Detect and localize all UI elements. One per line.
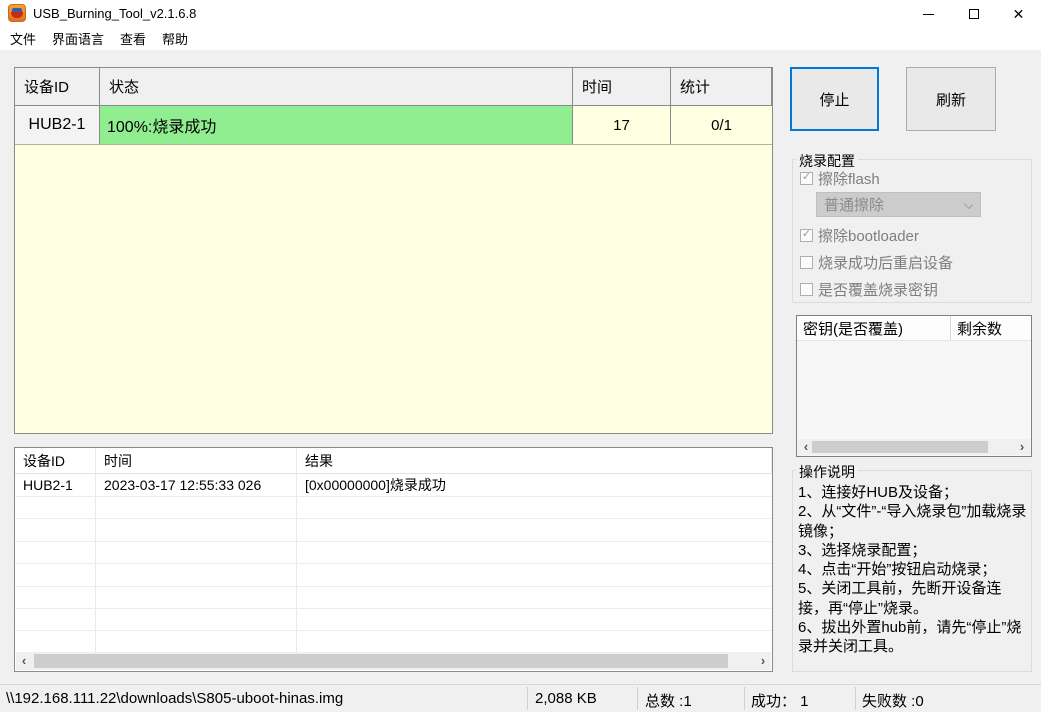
statusbar-divider — [637, 687, 638, 710]
window-title: USB_Burning_Tool_v2.1.6.8 — [33, 6, 197, 21]
log-row-empty — [15, 608, 772, 632]
col-log-result: 结果 — [297, 448, 772, 473]
device-table-header: 设备ID 状态 时间 统计 — [15, 68, 772, 106]
close-icon: ✕ — [1012, 5, 1025, 22]
menu-help[interactable]: 帮助 — [154, 26, 196, 51]
minimize-icon — [923, 13, 934, 15]
overwrite-key-checkbox[interactable]: 是否覆盖烧录密钥 — [800, 279, 938, 300]
log-table: 设备ID 时间 结果 HUB2-1 2023-03-17 12:55:33 02… — [14, 447, 773, 672]
stop-button[interactable]: 停止 — [790, 67, 879, 131]
reboot-after-label: 烧录成功后重启设备 — [818, 255, 954, 272]
close-button[interactable]: ✕ — [996, 0, 1041, 28]
log-row-empty — [15, 564, 772, 587]
log-row-empty — [15, 631, 772, 654]
maximize-button[interactable] — [951, 0, 996, 28]
total-count: 总数 :1 — [645, 693, 692, 710]
erase-mode-select[interactable]: 普通擦除 — [816, 192, 981, 217]
erase-flash-label: 擦除flash — [818, 171, 880, 188]
statusbar-divider — [855, 687, 856, 710]
col-log-device-id: 设备ID — [15, 448, 96, 473]
instructions-text: 1、连接好HUB及设备； 2、从“文件”-“导入烧录包”加载烧录镜像； 3、选择… — [798, 483, 1030, 657]
col-remaining: 剩余数 — [957, 320, 1003, 338]
log-row-empty — [15, 541, 772, 565]
log-row-empty — [15, 586, 772, 609]
erase-flash-checkbox[interactable]: ✓ 擦除flash — [800, 168, 880, 189]
checkbox-checked-icon: ✓ — [800, 171, 813, 185]
burn-config-title: 烧录配置 — [796, 151, 858, 171]
col-stats: 统计 — [671, 68, 772, 105]
log-result: [0x00000000]烧录成功 — [305, 477, 446, 493]
scrollbar-thumb[interactable] — [34, 654, 728, 668]
device-row[interactable]: HUB2-1 100%:烧录成功 17 0/1 — [15, 106, 772, 145]
statusbar-divider — [744, 687, 745, 710]
image-path: \\192.168.111.22\downloads\S805-uboot-hi… — [6, 690, 344, 707]
scroll-right-icon[interactable]: › — [755, 652, 771, 670]
instruction-line: 4、点击“开始”按钮启动烧录； — [798, 561, 997, 579]
col-device-id: 设备ID — [15, 68, 100, 105]
scroll-right-icon[interactable]: › — [1014, 439, 1030, 455]
log-row[interactable]: HUB2-1 2023-03-17 12:55:33 026 [0x000000… — [15, 474, 772, 497]
instruction-line: 5、关闭工具前，先断开设备连接，再“停止”烧录。 — [798, 580, 1002, 617]
log-device-id: HUB2-1 — [15, 474, 96, 496]
scroll-left-icon[interactable]: ‹ — [16, 652, 32, 670]
instruction-line: 3、选择烧录配置； — [798, 541, 927, 559]
reboot-after-checkbox[interactable]: 烧录成功后重启设备 — [800, 252, 953, 273]
overwrite-key-label: 是否覆盖烧录密钥 — [818, 282, 939, 299]
minimize-button[interactable] — [906, 0, 951, 28]
col-status: 状态 — [100, 68, 573, 105]
instructions-title: 操作说明 — [796, 462, 858, 482]
image-size: 2,088 KB — [535, 690, 597, 707]
scrollbar-thumb[interactable] — [812, 441, 988, 453]
col-key: 密钥(是否覆盖) — [797, 316, 951, 340]
menu-bar: 文件 界面语言 查看 帮助 — [0, 26, 1041, 50]
log-row-empty — [15, 519, 772, 542]
maximize-icon — [968, 9, 979, 19]
key-table-header: 密钥(是否覆盖) 剩余数 — [797, 316, 1031, 341]
device-table: 设备ID 状态 时间 统计 HUB2-1 100%:烧录成功 17 0/1 — [14, 67, 773, 434]
menu-language[interactable]: 界面语言 — [44, 26, 112, 51]
refresh-button-label: 刷新 — [935, 91, 966, 109]
menu-view[interactable]: 查看 — [112, 26, 154, 51]
menu-file[interactable]: 文件 — [2, 26, 44, 51]
log-table-scrollbar[interactable]: ‹ › — [16, 652, 771, 670]
status-bar: \\192.168.111.22\downloads\S805-uboot-hi… — [0, 684, 1041, 712]
erase-bootloader-label: 擦除bootloader — [818, 228, 919, 245]
success-count: 成功： 1 — [751, 693, 809, 710]
log-time: 2023-03-17 12:55:33 026 — [96, 474, 297, 496]
instruction-line: 6、拔出外置hub前，请先“停止”烧录并关闭工具。 — [798, 619, 1022, 656]
failed-count: 失败数 :0 — [862, 693, 924, 710]
progress-bar: 100%:烧录成功 — [100, 106, 573, 144]
key-table-scrollbar[interactable]: ‹ › — [798, 439, 1030, 455]
log-row-empty — [15, 497, 772, 520]
stats-cell: 0/1 — [671, 106, 772, 144]
instruction-line: 1、连接好HUB及设备； — [798, 484, 959, 501]
erase-bootloader-checkbox[interactable]: ✓ 擦除bootloader — [800, 225, 919, 246]
refresh-button[interactable]: 刷新 — [906, 67, 996, 131]
col-log-time: 时间 — [96, 448, 297, 473]
device-id-cell: HUB2-1 — [15, 106, 100, 144]
checkbox-checked-icon: ✓ — [800, 228, 813, 242]
chevron-down-icon — [964, 200, 973, 209]
key-table: 密钥(是否覆盖) 剩余数 ‹ › — [796, 315, 1032, 457]
erase-mode-value: 普通擦除 — [824, 197, 885, 214]
checkbox-unchecked-icon — [800, 283, 813, 296]
checkbox-unchecked-icon — [800, 256, 813, 269]
app-window: USB_Burning_Tool_v2.1.6.8 ✕ 文件 界面语言 查看 帮… — [0, 0, 1041, 712]
instruction-line: 2、从“文件”-“导入烧录包”加载烧录镜像； — [798, 503, 1027, 540]
time-cell: 17 — [573, 106, 671, 144]
app-logo-icon — [8, 4, 26, 22]
title-bar: USB_Burning_Tool_v2.1.6.8 ✕ — [0, 0, 1041, 26]
stop-button-label: 停止 — [819, 91, 850, 109]
col-time: 时间 — [573, 68, 671, 105]
log-table-header: 设备ID 时间 结果 — [15, 448, 772, 474]
statusbar-divider — [527, 687, 528, 710]
